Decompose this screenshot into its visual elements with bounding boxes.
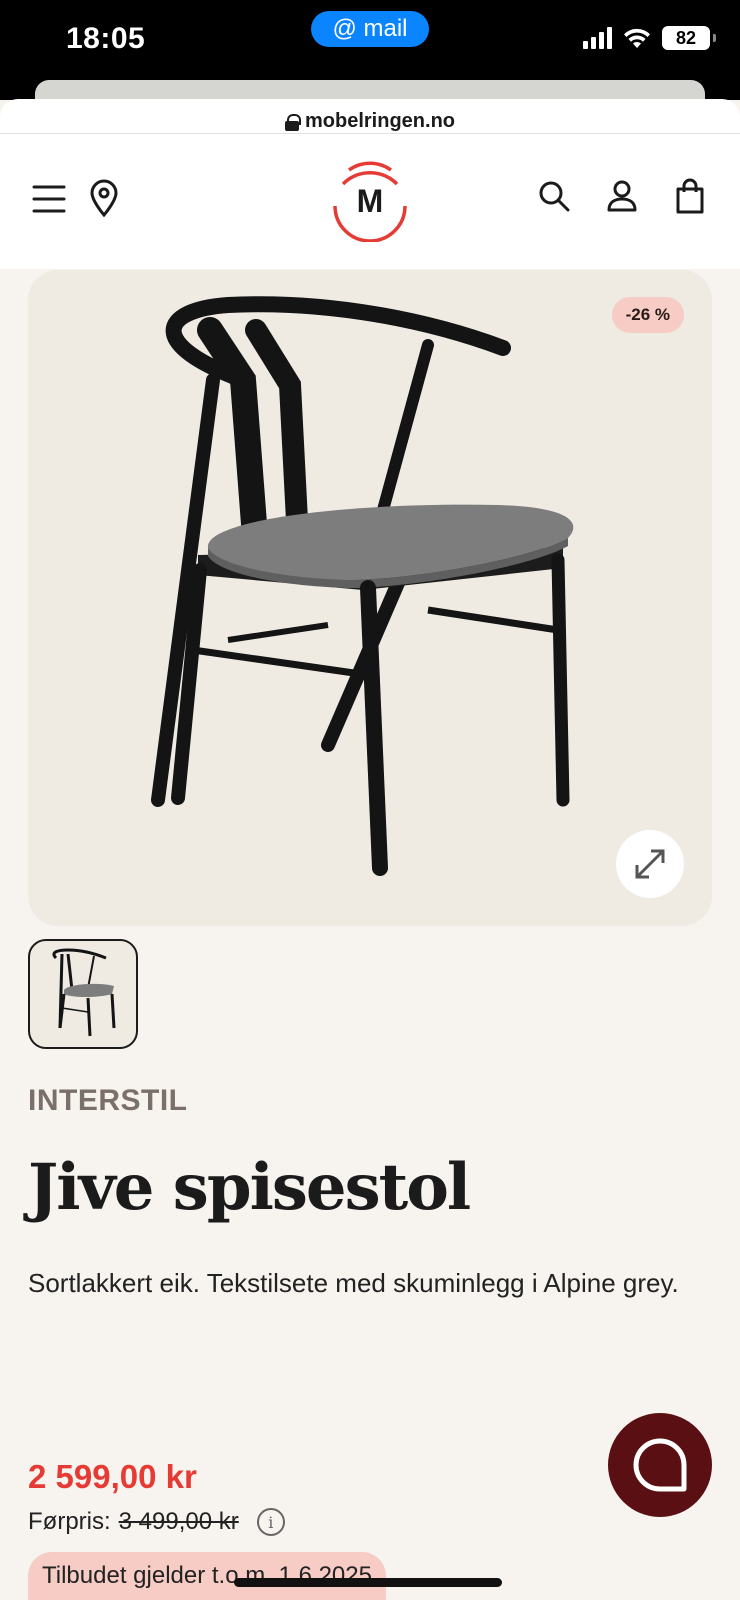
url-text: mobelringen.no [305, 110, 455, 132]
wifi-icon [624, 28, 650, 48]
status-icons: 82 [583, 26, 716, 50]
site-logo[interactable]: M [329, 160, 411, 243]
previous-price-label: Førpris: [28, 1508, 111, 1535]
expand-image-button[interactable] [616, 830, 684, 898]
shopping-bag-icon[interactable] [672, 176, 708, 216]
home-indicator [234, 1578, 502, 1587]
chair-image [151, 296, 574, 876]
mail-pill[interactable]: @ mail [311, 11, 429, 47]
chat-icon [633, 1438, 687, 1492]
logo-letter: M [356, 182, 384, 219]
expand-icon [635, 849, 665, 879]
battery-icon: 82 [662, 26, 716, 50]
product-brand[interactable]: INTERSTIL [28, 1084, 188, 1118]
product-thumbnail[interactable] [28, 939, 138, 1049]
product-title: Jive spisestol [28, 1150, 471, 1225]
status-time: 18:05 [66, 22, 146, 55]
menu-icon[interactable] [30, 180, 68, 218]
chair-thumbnail-image [52, 948, 116, 1037]
location-pin-icon[interactable] [86, 178, 122, 218]
product-price: 2 599,00 kr [28, 1458, 197, 1495]
product-image[interactable]: -26 % [28, 270, 712, 926]
chat-button[interactable] [608, 1413, 712, 1517]
search-icon[interactable] [536, 178, 572, 214]
previous-price: 3 499,00 kr [118, 1508, 239, 1535]
info-icon[interactable]: i [256, 1508, 285, 1536]
browser-url-bar[interactable]: mobelringen.no [0, 99, 740, 133]
site-header: M [0, 133, 740, 269]
account-icon[interactable] [604, 178, 640, 214]
lock-icon [285, 113, 301, 131]
discount-badge: -26 % [611, 297, 684, 333]
previous-price-row: Førpris: 3 499,00 kr i [28, 1508, 285, 1536]
product-description: Sortlakkert eik. Tekstilsete med skuminl… [28, 1268, 679, 1298]
offer-badge: Tilbudet gjelder t.o.m. 1.6.2025 [28, 1552, 386, 1600]
cellular-signal-icon [583, 27, 612, 49]
